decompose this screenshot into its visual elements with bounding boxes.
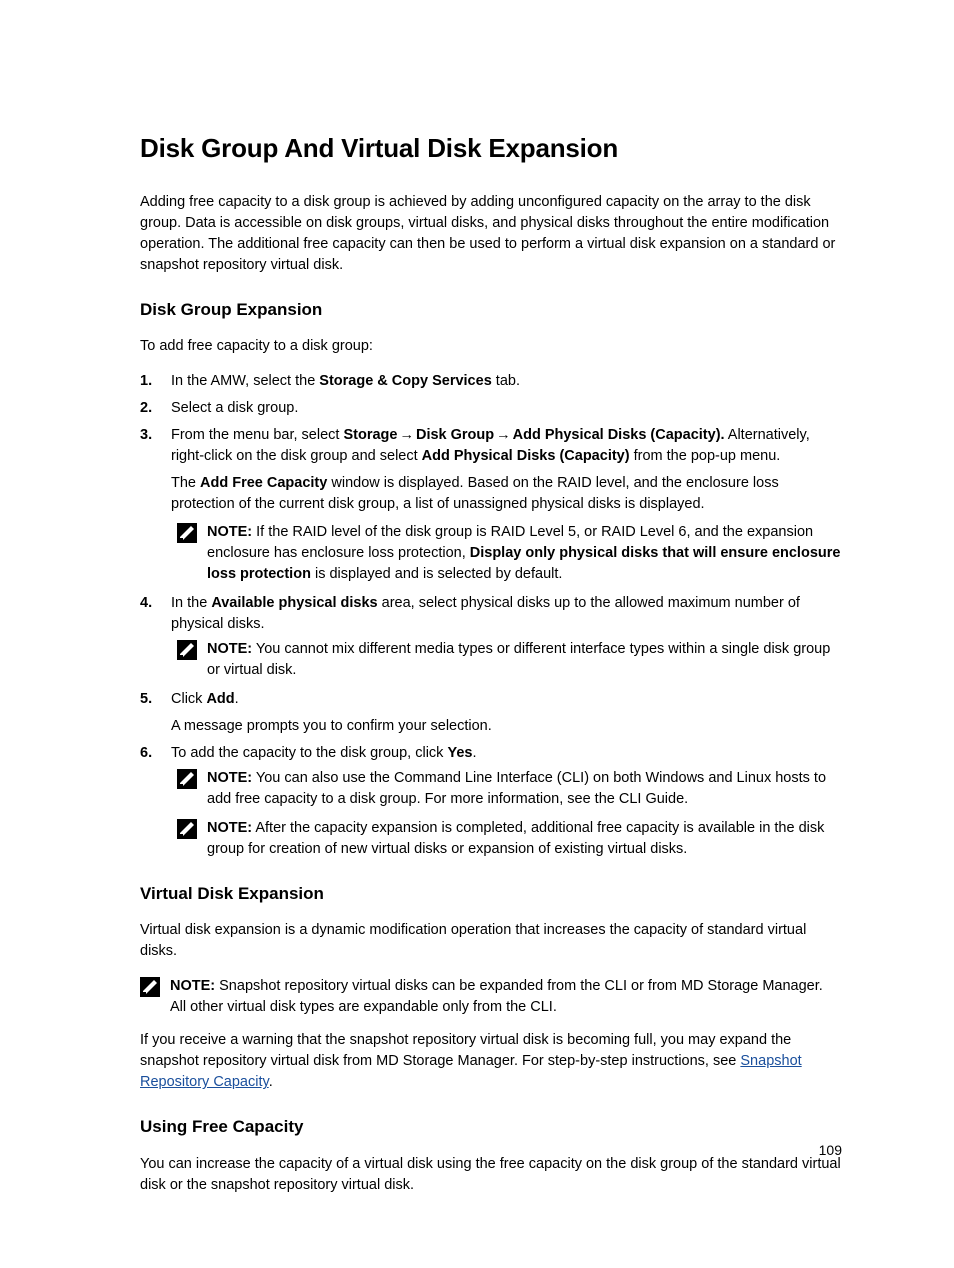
step-text: from the pop-up menu. bbox=[630, 448, 781, 464]
arrow-icon: → bbox=[494, 425, 513, 446]
step-text: From the menu bar, select bbox=[171, 427, 343, 443]
note-icon bbox=[177, 523, 197, 543]
body-paragraph: Virtual disk expansion is a dynamic modi… bbox=[140, 920, 842, 962]
intro-paragraph: Adding free capacity to a disk group is … bbox=[140, 192, 842, 276]
note-text: NOTE: You can also use the Command Line … bbox=[207, 768, 842, 810]
note-label: NOTE: bbox=[207, 820, 252, 836]
step-text: In the AMW, select the bbox=[171, 373, 319, 389]
step-paragraph: The Add Free Capacity window is displaye… bbox=[171, 473, 842, 515]
step-item: From the menu bar, select Storage → Disk… bbox=[140, 425, 842, 584]
note-icon bbox=[140, 977, 160, 997]
step-text: To add the capacity to the disk group, c… bbox=[171, 745, 447, 761]
note-label: NOTE: bbox=[207, 524, 252, 540]
note-label: NOTE: bbox=[170, 978, 215, 994]
note-label: NOTE: bbox=[207, 770, 252, 786]
section-lead: To add free capacity to a disk group: bbox=[140, 336, 842, 357]
section-heading-virtual-disk-expansion: Virtual Disk Expansion bbox=[140, 882, 842, 907]
bold-text: Storage bbox=[343, 427, 397, 443]
step-paragraph: A message prompts you to confirm your se… bbox=[171, 716, 842, 737]
note-icon bbox=[177, 640, 197, 660]
note-block: NOTE: You cannot mix different media typ… bbox=[171, 639, 842, 681]
note-block: NOTE: After the capacity expansion is co… bbox=[171, 818, 842, 860]
step-text: In the bbox=[171, 595, 211, 611]
step-item: Click Add. A message prompts you to conf… bbox=[140, 689, 842, 737]
step-text: Select a disk group. bbox=[171, 400, 298, 416]
body-paragraph: If you receive a warning that the snapsh… bbox=[140, 1030, 842, 1093]
step-item: In the AMW, select the Storage & Copy Se… bbox=[140, 371, 842, 392]
section-heading-disk-group-expansion: Disk Group Expansion bbox=[140, 298, 842, 323]
note-text: NOTE: If the RAID level of the disk grou… bbox=[207, 522, 842, 585]
bold-text: Yes bbox=[447, 745, 472, 761]
bold-text: Disk Group bbox=[416, 427, 494, 443]
note-text: NOTE: After the capacity expansion is co… bbox=[207, 818, 842, 860]
note-text: NOTE: You cannot mix different media typ… bbox=[207, 639, 842, 681]
bold-text: Available physical disks bbox=[211, 595, 377, 611]
note-label: NOTE: bbox=[207, 641, 252, 657]
step-item: To add the capacity to the disk group, c… bbox=[140, 743, 842, 860]
bold-text: Add bbox=[206, 691, 234, 707]
arrow-icon: → bbox=[397, 425, 416, 446]
document-page: Disk Group And Virtual Disk Expansion Ad… bbox=[0, 0, 954, 1268]
step-item: In the Available physical disks area, se… bbox=[140, 593, 842, 681]
bold-text: Add Free Capacity bbox=[200, 475, 327, 491]
bold-text: Add Physical Disks (Capacity). bbox=[513, 427, 725, 443]
step-text: tab. bbox=[492, 373, 520, 389]
steps-list: In the AMW, select the Storage & Copy Se… bbox=[140, 371, 842, 859]
section-heading-using-free-capacity: Using Free Capacity bbox=[140, 1115, 842, 1140]
bold-text: Storage & Copy Services bbox=[319, 373, 491, 389]
note-block: NOTE: You can also use the Command Line … bbox=[171, 768, 842, 810]
note-block: NOTE: Snapshot repository virtual disks … bbox=[140, 976, 842, 1018]
note-icon bbox=[177, 819, 197, 839]
step-text: Click bbox=[171, 691, 206, 707]
step-item: Select a disk group. bbox=[140, 398, 842, 419]
bold-text: Add Physical Disks (Capacity) bbox=[422, 448, 630, 464]
note-icon bbox=[177, 769, 197, 789]
page-title: Disk Group And Virtual Disk Expansion bbox=[140, 130, 842, 168]
body-paragraph: You can increase the capacity of a virtu… bbox=[140, 1154, 842, 1196]
page-number: 109 bbox=[819, 1140, 842, 1160]
note-block: NOTE: If the RAID level of the disk grou… bbox=[171, 522, 842, 585]
note-text: NOTE: Snapshot repository virtual disks … bbox=[170, 976, 842, 1018]
